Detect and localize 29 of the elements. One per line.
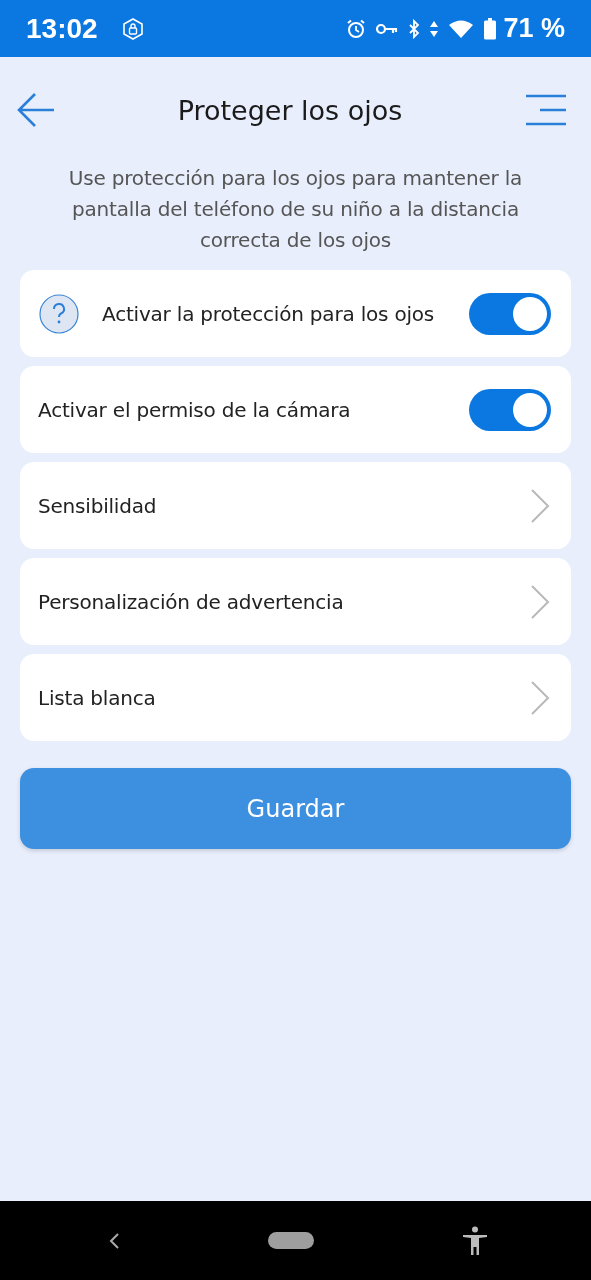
chevron-right-icon [529, 679, 551, 716]
chevron-right-icon [529, 487, 551, 524]
settings-row[interactable]: Personalización de advertencia [20, 558, 571, 645]
chevron-right-icon [529, 583, 551, 620]
bluetooth-icon [408, 18, 421, 39]
lock-icon [121, 16, 144, 41]
toggle-switch[interactable] [469, 292, 551, 335]
battery-icon [484, 17, 497, 40]
accessibility-icon[interactable] [462, 1225, 488, 1256]
back-icon[interactable] [108, 1231, 120, 1250]
row-label: Sensibilidad [38, 493, 158, 518]
description-text: Use protección para los ojos para mantener la pantalla del teléfono de su niño a la distancia correcta de los ojos [67, 165, 524, 254]
help-icon[interactable] [38, 292, 80, 335]
status-time: 13:02 [26, 12, 98, 45]
page-title: Proteger los ojos [177, 94, 403, 126]
settings-row[interactable]: Lista blanca [20, 654, 571, 741]
battery-percentage: 71 % [503, 13, 565, 44]
row-label: Activar el permiso de la cámara [38, 397, 352, 422]
back-arrow-icon[interactable] [16, 92, 56, 128]
alarm-icon [346, 18, 367, 39]
key-icon [376, 21, 399, 36]
home-pill-icon[interactable] [268, 1232, 314, 1249]
settings-row[interactable]: Sensibilidad [20, 462, 571, 549]
toggle-switch[interactable] [469, 388, 551, 431]
row-label: Personalización de advertencia [38, 589, 345, 614]
wifi-icon [448, 18, 475, 39]
row-label: Activar la protección para los ojos [102, 301, 436, 326]
menu-icon[interactable] [524, 94, 568, 126]
row-label: Lista blanca [38, 685, 157, 710]
